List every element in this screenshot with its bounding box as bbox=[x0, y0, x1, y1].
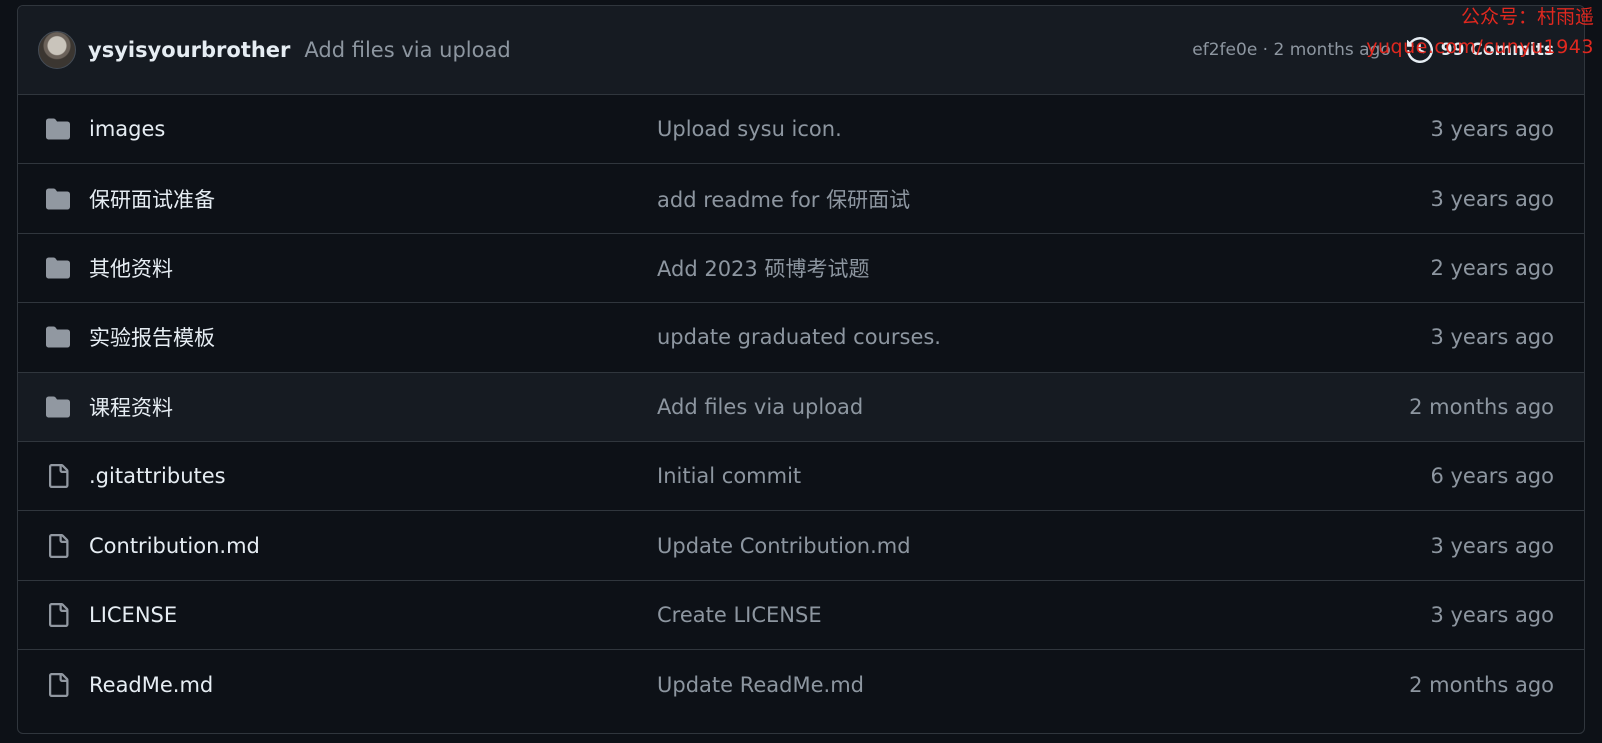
file-row-file[interactable]: .gitattributes Initial commit 6 years ag… bbox=[18, 442, 1584, 512]
history-icon bbox=[1406, 37, 1433, 63]
folder-icon bbox=[44, 256, 72, 280]
latest-commit-message[interactable]: Add files via upload bbox=[304, 38, 510, 62]
file-row-folder[interactable]: 实验报告模板 update graduated courses. 3 years… bbox=[18, 303, 1584, 373]
file-rows: images Upload sysu icon. 3 years ago 保研面… bbox=[18, 95, 1584, 720]
file-row-file[interactable]: ReadMe.md Update ReadMe.md 2 months ago bbox=[18, 650, 1584, 719]
file-commit-message-link[interactable]: Upload sysu icon. bbox=[657, 117, 1430, 141]
commit-sha-and-time[interactable]: ef2fe0e · 2 months ago bbox=[1192, 40, 1390, 60]
folder-icon bbox=[44, 187, 72, 211]
file-commit-message-link[interactable]: Add 2023 硕博考试题 bbox=[657, 253, 1430, 283]
file-commit-message-link[interactable]: Initial commit bbox=[657, 464, 1430, 488]
file-icon bbox=[44, 464, 72, 489]
file-row-folder[interactable]: 保研面试准备 add readme for 保研面试 3 years ago bbox=[18, 164, 1584, 234]
file-row-file[interactable]: LICENSE Create LICENSE 3 years ago bbox=[18, 581, 1584, 651]
file-name-link[interactable]: LICENSE bbox=[89, 603, 657, 627]
file-row-folder[interactable]: images Upload sysu icon. 3 years ago bbox=[18, 95, 1584, 165]
file-commit-time: 6 years ago bbox=[1430, 464, 1554, 489]
file-commit-time: 3 years ago bbox=[1430, 602, 1554, 627]
file-icon bbox=[44, 602, 72, 627]
file-commit-time: 3 years ago bbox=[1430, 186, 1554, 211]
file-commit-message-link[interactable]: add readme for 保研面试 bbox=[657, 184, 1430, 214]
file-commit-time: 2 months ago bbox=[1409, 394, 1554, 419]
file-name-link[interactable]: 实验报告模板 bbox=[89, 322, 657, 352]
author-avatar[interactable] bbox=[38, 31, 76, 69]
file-name-link[interactable]: .gitattributes bbox=[89, 464, 657, 488]
file-commit-time: 2 months ago bbox=[1409, 672, 1554, 697]
file-commit-message-link[interactable]: Update ReadMe.md bbox=[657, 673, 1409, 697]
file-name-link[interactable]: Contribution.md bbox=[89, 534, 657, 558]
file-table: ysyisyourbrother Add files via upload ef… bbox=[17, 5, 1585, 734]
file-name-link[interactable]: 保研面试准备 bbox=[89, 184, 657, 214]
file-commit-message-link[interactable]: Update Contribution.md bbox=[657, 534, 1430, 558]
file-row-folder[interactable]: 课程资料 Add files via upload 2 months ago bbox=[18, 372, 1584, 442]
folder-icon bbox=[44, 325, 72, 349]
file-name-link[interactable]: images bbox=[89, 117, 657, 141]
file-name-link[interactable]: 课程资料 bbox=[89, 392, 657, 422]
file-commit-message-link[interactable]: Create LICENSE bbox=[657, 603, 1430, 627]
file-icon bbox=[44, 533, 72, 558]
file-name-link[interactable]: 其他资料 bbox=[89, 253, 657, 283]
file-name-link[interactable]: ReadMe.md bbox=[89, 673, 657, 697]
file-icon bbox=[44, 672, 72, 697]
file-row-file[interactable]: Contribution.md Update Contribution.md 3… bbox=[18, 511, 1584, 581]
file-commit-time: 3 years ago bbox=[1430, 325, 1554, 350]
commit-author-link[interactable]: ysyisyourbrother bbox=[88, 38, 290, 62]
file-commit-time: 3 years ago bbox=[1430, 533, 1554, 558]
file-commit-message-link[interactable]: update graduated courses. bbox=[657, 325, 1430, 349]
latest-commit-bar: ysyisyourbrother Add files via upload ef… bbox=[18, 6, 1584, 95]
commits-history-link[interactable]: 99 Commits bbox=[1406, 37, 1554, 63]
file-row-folder[interactable]: 其他资料 Add 2023 硕博考试题 2 years ago bbox=[18, 234, 1584, 304]
folder-icon bbox=[44, 395, 72, 419]
file-commit-message-link[interactable]: Add files via upload bbox=[657, 395, 1409, 419]
folder-icon bbox=[44, 117, 72, 141]
file-commit-time: 3 years ago bbox=[1430, 117, 1554, 142]
commits-count-label: 99 Commits bbox=[1440, 40, 1554, 60]
file-commit-time: 2 years ago bbox=[1430, 255, 1554, 280]
